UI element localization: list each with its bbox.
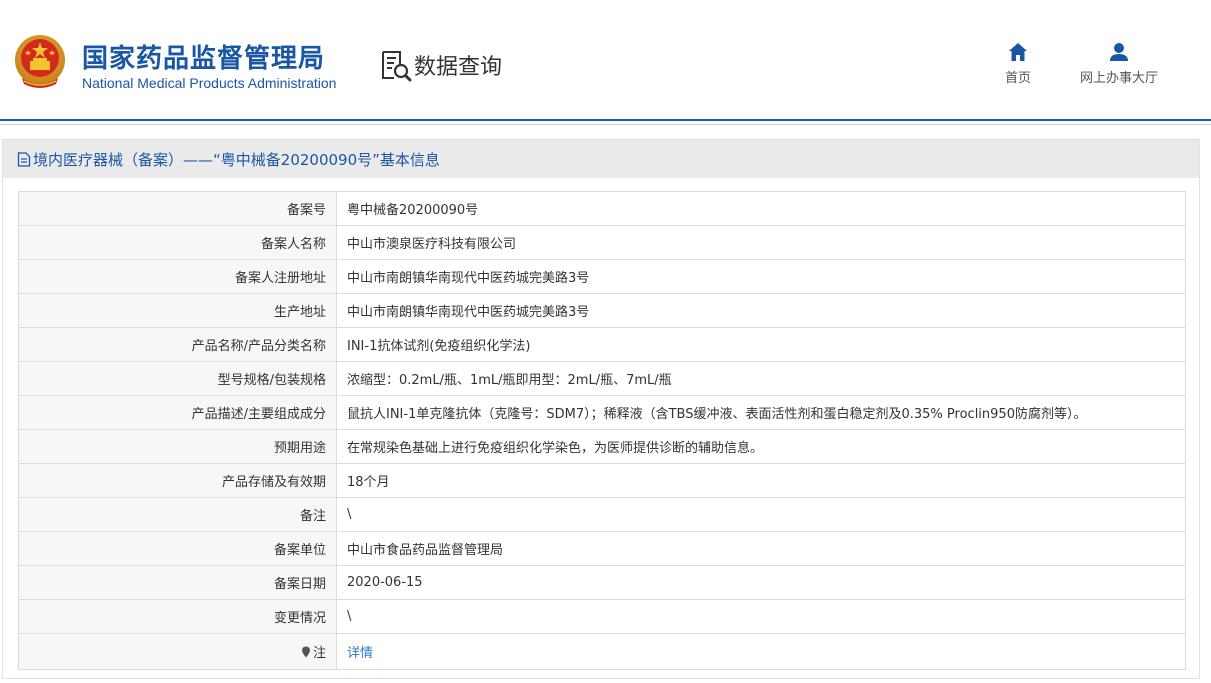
field-label: 备注: [18, 497, 337, 532]
table-row: 产品描述/主要组成成分 鼠抗人INI-1单克隆抗体（克隆号：SDM7）；稀释液（含…: [18, 395, 1186, 430]
field-value: 18个月: [336, 463, 1186, 498]
record-table: 备案号 粤中械备20200090号 备案人名称 中山市澳泉医疗科技有限公司 备案人注册地…: [18, 191, 1186, 670]
site-header: 国家药品监督管理局 National Medical Products Admi…: [0, 0, 1211, 125]
field-value: 中山市食品药品监督管理局: [336, 531, 1186, 566]
panel-title: 境内医疗器械（备案）——“粤中械备20200090号”基本信息: [33, 150, 440, 169]
table-row: 产品存储及有效期 18个月: [18, 463, 1186, 498]
table-row: 备案人注册地址 中山市南朗镇华南现代中医药城完美路3号: [18, 259, 1186, 294]
field-label: 备案人注册地址: [18, 259, 337, 294]
table-row: 备注 \: [18, 497, 1186, 532]
field-value: 中山市南朗镇华南现代中医药城完美路3号: [336, 259, 1186, 294]
table-row: 生产地址 中山市南朗镇华南现代中医药城完美路3号: [18, 293, 1186, 328]
data-query-section: 数据查询: [380, 48, 502, 82]
field-label: 型号规格/包装规格: [18, 361, 337, 396]
field-label: 产品名称/产品分类名称: [18, 327, 337, 362]
table-row: 型号规格/包装规格 浓缩型：0.2mL/瓶、1mL/瓶即用型：2mL/瓶、7mL/…: [18, 361, 1186, 396]
note-label-cell: 注: [18, 633, 337, 670]
field-label: 备案单位: [18, 531, 337, 566]
nav-home-label: 首页: [1004, 71, 1031, 86]
data-query-label: 数据查询: [414, 55, 503, 80]
table-row: 备案号 粤中械备20200090号: [18, 191, 1186, 226]
field-label: 生产地址: [18, 293, 337, 328]
field-label: 备案人名称: [18, 225, 337, 260]
table-row: 变更情况 \: [18, 599, 1186, 634]
nav-home[interactable]: 首页: [1000, 42, 1036, 86]
field-value: 浓缩型：0.2mL/瓶、1mL/瓶即用型：2mL/瓶、7mL/瓶: [336, 361, 1186, 396]
table-row: 备案人名称 中山市澳泉医疗科技有限公司: [18, 225, 1186, 260]
brand-title-en: National Medical Products Administration: [82, 75, 337, 91]
note-value-cell: 详情: [336, 633, 1186, 670]
table-row: 产品名称/产品分类名称 INI-1抗体试剂(免疫组织化学法): [18, 327, 1186, 362]
field-label: 产品存储及有效期: [18, 463, 337, 498]
field-label: 预期用途: [18, 429, 337, 464]
field-value: \: [336, 497, 1186, 532]
field-value: 鼠抗人INI-1单克隆抗体（克隆号：SDM7）；稀释液（含TBS缓冲液、表面活性…: [336, 395, 1186, 430]
field-label: 产品描述/主要组成成分: [18, 395, 337, 430]
document-icon: [17, 151, 31, 167]
field-value: 在常规染色基础上进行免疫组织化学染色，为医师提供诊断的辅助信息。: [336, 429, 1186, 464]
note-label: 注: [312, 646, 326, 661]
note-row: 注 详情: [18, 633, 1186, 670]
field-label: 变更情况: [18, 599, 337, 634]
brand-title-cn: 国家药品监督管理局: [82, 44, 326, 74]
field-value: 中山市南朗镇华南现代中医药城完美路3号: [336, 293, 1186, 328]
table-row: 备案单位 中山市食品药品监督管理局: [18, 531, 1186, 566]
panel-header: 境内医疗器械（备案）——“粤中械备20200090号”基本信息: [3, 140, 1199, 178]
document-search-icon: [382, 51, 412, 82]
field-value: INI-1抗体试剂(免疫组织化学法): [336, 327, 1186, 362]
nav-online-hall[interactable]: 网上办事大厅: [1071, 42, 1167, 86]
location-pin-icon: [301, 646, 310, 658]
national-emblem-icon: [15, 35, 65, 88]
nav-online-hall-label: 网上办事大厅: [1079, 71, 1158, 86]
table-row: 备案日期 2020-06-15: [18, 565, 1186, 600]
field-label: 备案号: [18, 191, 337, 226]
field-label: 备案日期: [18, 565, 337, 600]
table-row: 预期用途 在常规染色基础上进行免疫组织化学染色，为医师提供诊断的辅助信息。: [18, 429, 1186, 464]
details-link[interactable]: 详情: [347, 646, 373, 661]
field-value: 2020-06-15: [336, 565, 1186, 600]
field-value: 粤中械备20200090号: [336, 191, 1186, 226]
field-value: \: [336, 599, 1186, 634]
field-value: 中山市澳泉医疗科技有限公司: [336, 225, 1186, 260]
user-icon: [1110, 43, 1128, 61]
detail-panel: 境内医疗器械（备案）——“粤中械备20200090号”基本信息 备案号 粤中械备2…: [2, 139, 1200, 679]
home-icon: [1009, 43, 1027, 61]
